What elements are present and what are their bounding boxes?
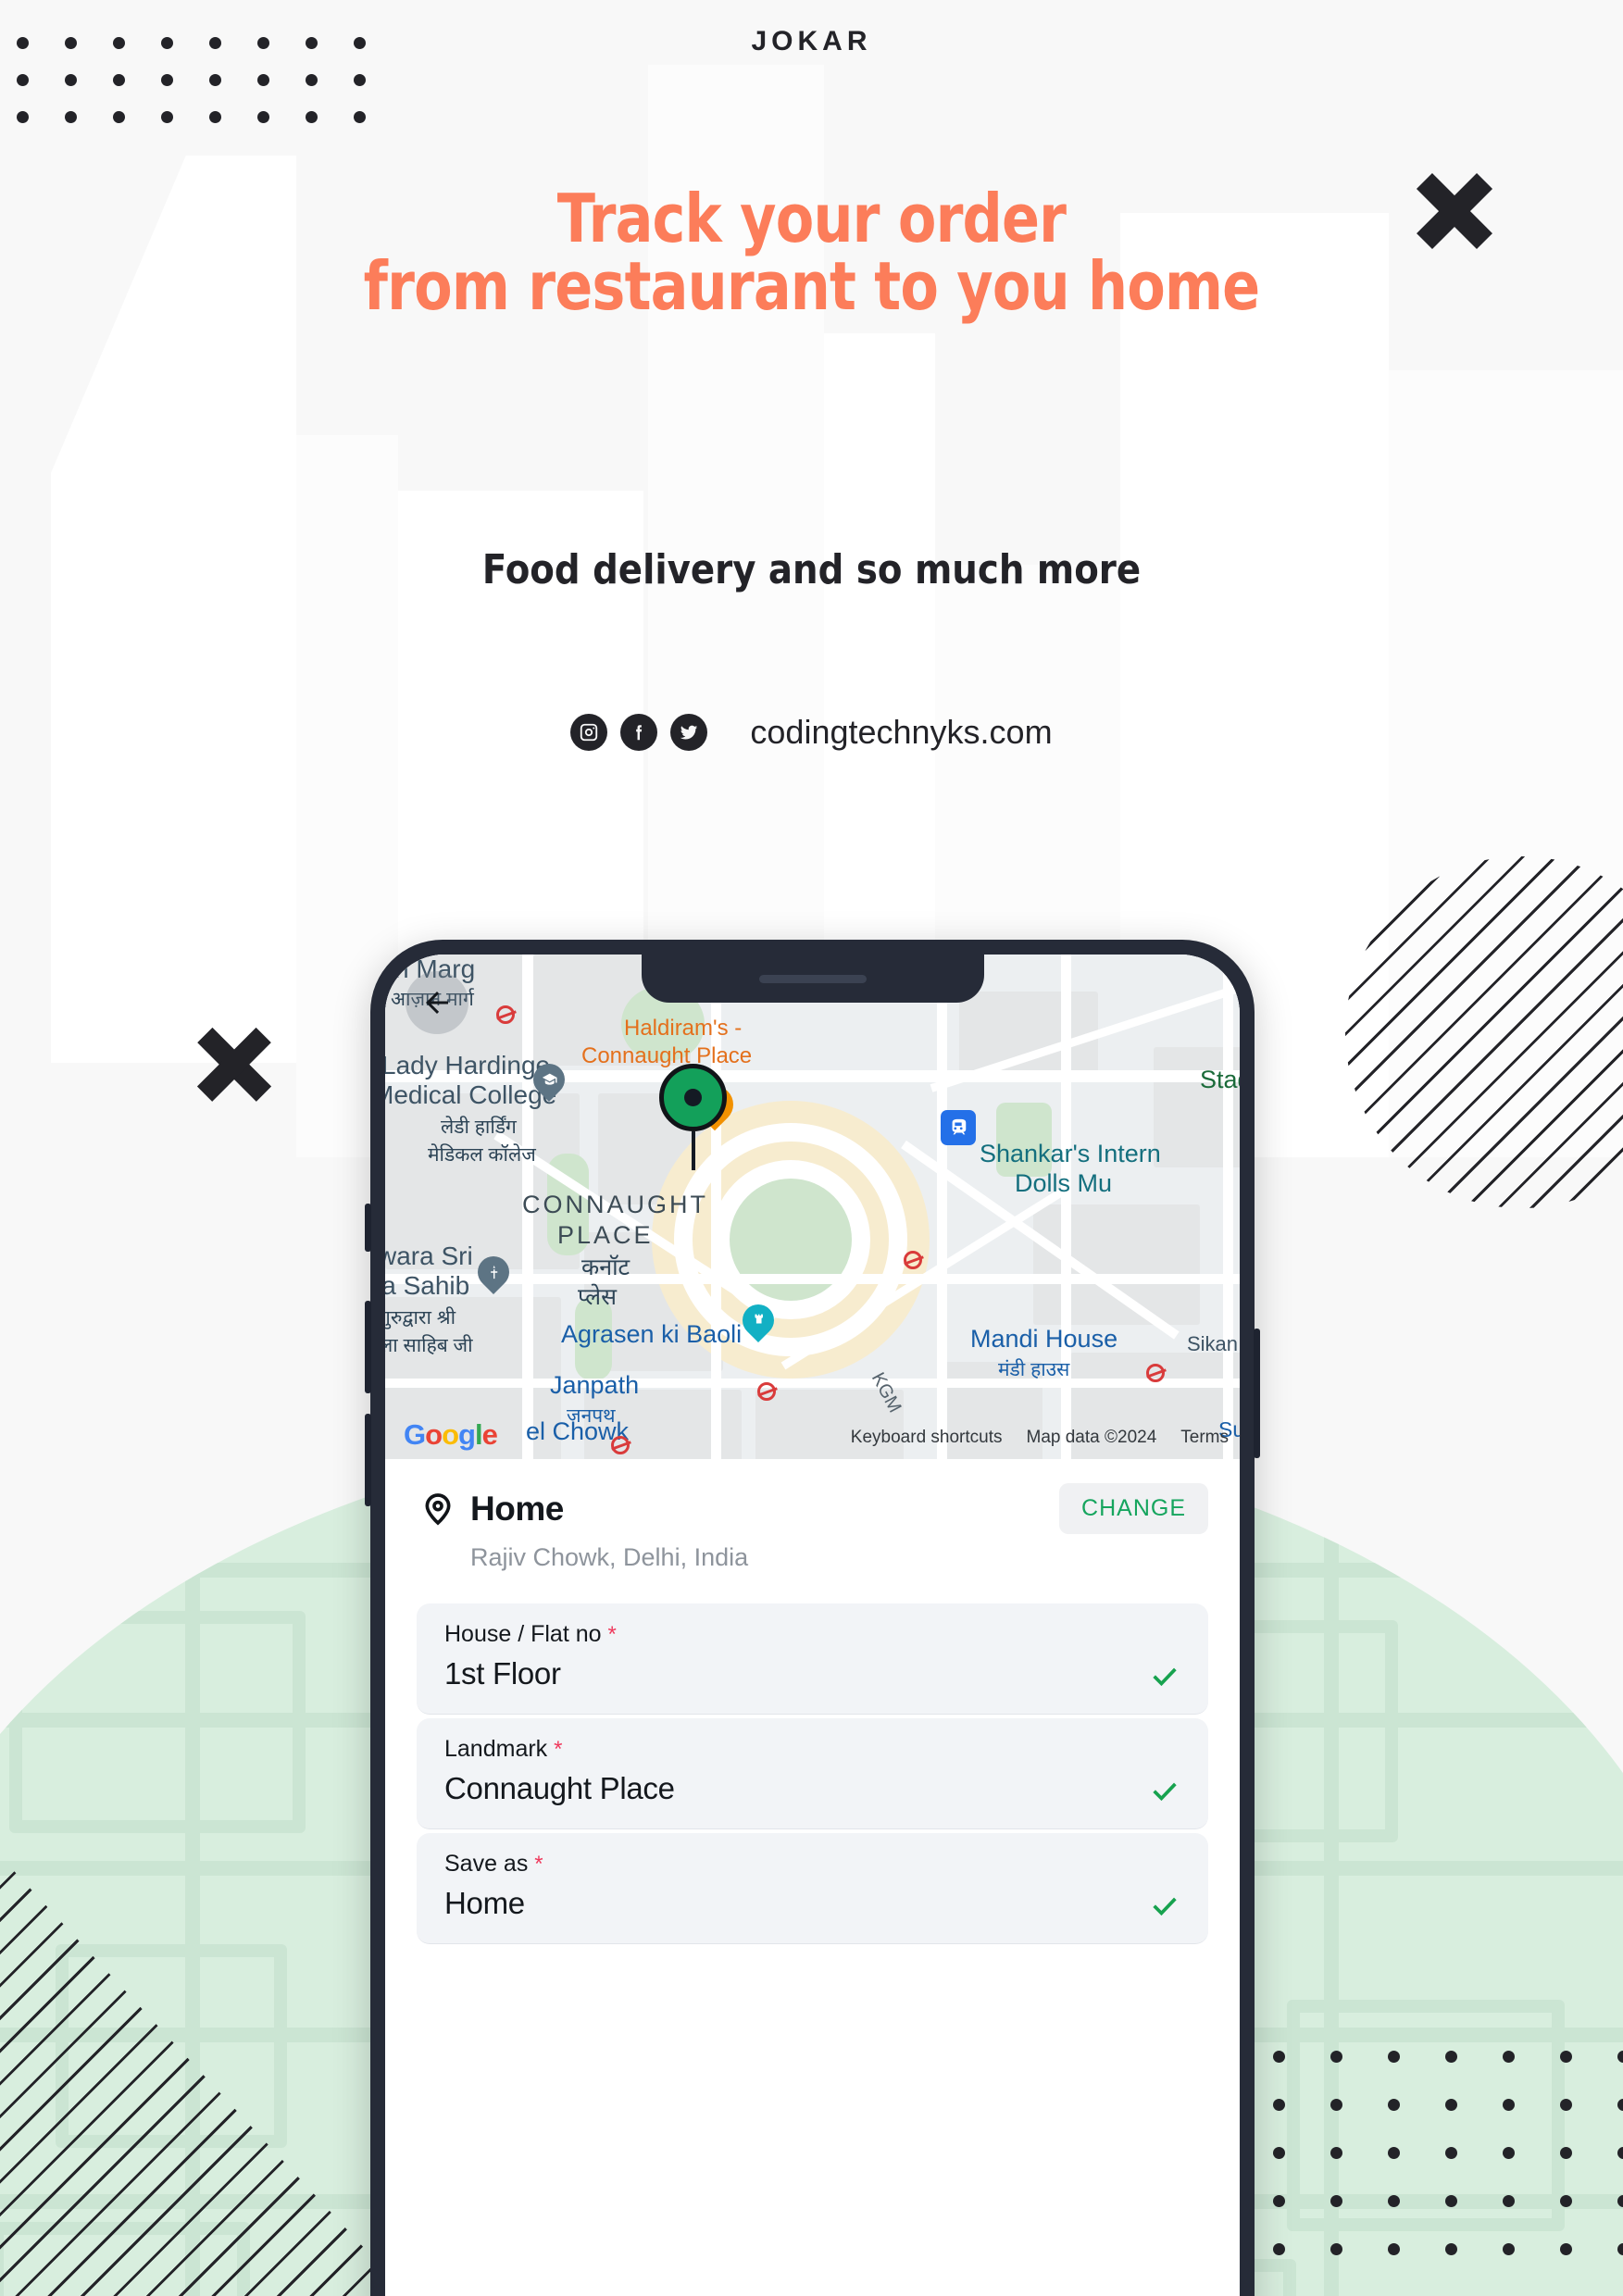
- map-icon-metro-4: [611, 1436, 630, 1454]
- map-label-connaught-hindi-1: कनॉट: [581, 1254, 630, 1280]
- phone-screen: n Marg आज़ान मार्ग Haldiram's - Connaugh…: [385, 955, 1240, 2296]
- field-label: Landmark *: [444, 1736, 1180, 1763]
- field-label: Save as *: [444, 1851, 1180, 1878]
- website-url[interactable]: codingtechnyks.com: [750, 713, 1052, 752]
- map-label-stadium: Stad: [1200, 1066, 1240, 1093]
- map-label-gurudwara-hindi-1: गुरुद्वारा श्री: [385, 1307, 456, 1329]
- back-button[interactable]: [406, 971, 468, 1034]
- twitter-icon[interactable]: [670, 714, 708, 751]
- change-address-button[interactable]: CHANGE: [1059, 1483, 1208, 1534]
- map-label-haldirams-1: Haldiram's -: [624, 1016, 743, 1041]
- map-pin-gurudwara[interactable]: [470, 1249, 517, 1295]
- phone-volume-down-button[interactable]: [365, 1414, 371, 1506]
- x-mark-left: [193, 1023, 276, 1106]
- phone-mute-button[interactable]: [365, 1204, 371, 1252]
- map-label-janpath: Janpath: [550, 1371, 640, 1399]
- phone-volume-up-button[interactable]: [365, 1301, 371, 1393]
- map-label-mandi-house: Mandi House: [970, 1325, 1118, 1353]
- map-label-gurudwara-1: wara Sri: [385, 1242, 473, 1270]
- map-label-connaught-place-2: PLACE: [557, 1221, 654, 1249]
- instagram-icon[interactable]: [570, 714, 608, 751]
- page-subheadline: Food delivery and so much more: [481, 546, 1142, 593]
- address-form-fields: House / Flat no * 1st Floor Landmark * C…: [417, 1603, 1208, 1944]
- address-subtitle: Rajiv Chowk, Delhi, India: [470, 1543, 749, 1571]
- phone-mockup: n Marg आज़ान मार्ग Haldiram's - Connaugh…: [365, 940, 1260, 2296]
- map-label-lady-hardinge-1: Lady Hardinge: [385, 1051, 551, 1079]
- map-label-lady-hardinge-hindi-2: मेडिकल कॉलेज: [428, 1144, 536, 1166]
- field-save-as[interactable]: Save as * Home: [417, 1833, 1208, 1944]
- map-label-shankars-2: Dolls Mu: [1015, 1169, 1113, 1197]
- field-value[interactable]: Connaught Place: [444, 1771, 675, 1806]
- map-pin-college[interactable]: [526, 1056, 572, 1103]
- map-label-agrasen: Agrasen ki Baoli: [561, 1320, 743, 1348]
- map-label-gurudwara-hindi-2: ला साहिब जी: [385, 1335, 473, 1356]
- required-marker: *: [554, 1737, 563, 1762]
- map-label-sikand: Sikan: [1187, 1332, 1239, 1355]
- required-marker: *: [534, 1852, 543, 1877]
- map-icon-rail-station: [941, 1110, 976, 1145]
- field-label-text: Landmark: [444, 1736, 548, 1762]
- map-view[interactable]: n Marg आज़ान मार्ग Haldiram's - Connaugh…: [385, 955, 1240, 1459]
- map-label-lady-hardinge-hindi-1: लेडी हार्डिंग: [441, 1117, 517, 1138]
- page-headline: Track your order from restaurant to you …: [130, 184, 1493, 326]
- field-label-text: Save as: [444, 1851, 529, 1877]
- poster-canvas: JOKAR Track your order from restaurant t…: [0, 0, 1623, 2296]
- map-label-mandi-hindi: मंडी हाउस: [998, 1359, 1070, 1380]
- address-title: Home: [470, 1489, 564, 1528]
- field-house-flat-no[interactable]: House / Flat no * 1st Floor: [417, 1603, 1208, 1715]
- brand-logo: JOKAR: [751, 26, 872, 56]
- facebook-icon[interactable]: [620, 714, 658, 751]
- phone-speaker: [758, 974, 867, 983]
- map-icon-metro-1: [496, 1005, 515, 1024]
- check-icon: [1149, 1775, 1180, 1806]
- required-marker: *: [607, 1622, 617, 1647]
- dot-grid-bottom-right: [1273, 2051, 1623, 2291]
- map-data-attribution: Map data ©2024: [1026, 1428, 1157, 1447]
- headline-line-1: Track your order: [556, 180, 1067, 257]
- phone-power-button[interactable]: [1254, 1329, 1260, 1458]
- check-icon: [1149, 1890, 1180, 1921]
- map-label-connaught-hindi-2: प्लेस: [578, 1284, 618, 1310]
- field-value[interactable]: 1st Floor: [444, 1656, 561, 1691]
- address-header: Home CHANGE: [417, 1483, 1208, 1534]
- map-icon-metro-5: [1146, 1364, 1165, 1382]
- map-icon-metro-3: [757, 1382, 776, 1401]
- map-label-connaught-place-1: CONNAUGHT: [522, 1191, 708, 1218]
- check-icon: [1149, 1660, 1180, 1691]
- map-selected-location-pin[interactable]: [659, 1064, 727, 1170]
- social-links: codingtechnyks.com: [0, 713, 1623, 752]
- headline-line-2: from restaurant to you home: [363, 247, 1260, 326]
- map-label-gurudwara-2: la Sahib: [385, 1271, 470, 1300]
- map-label-lady-hardinge-2: Medical College: [385, 1080, 557, 1109]
- field-value[interactable]: Home: [444, 1886, 525, 1921]
- google-logo: Google: [404, 1418, 498, 1451]
- map-icon-metro-2: [904, 1251, 922, 1269]
- address-sheet: Home CHANGE Rajiv Chowk, Delhi, India Ho…: [385, 1459, 1240, 1944]
- field-label-text: House / Flat no: [444, 1621, 602, 1647]
- map-pin-agrasen[interactable]: [735, 1297, 781, 1343]
- map-keyboard-shortcuts[interactable]: Keyboard shortcuts: [851, 1428, 1003, 1448]
- field-landmark[interactable]: Landmark * Connaught Place: [417, 1718, 1208, 1829]
- field-label: House / Flat no *: [444, 1621, 1180, 1648]
- phone-notch: [641, 955, 984, 1003]
- map-footer: Keyboard shortcuts Map data ©2024 Terms: [851, 1428, 1229, 1448]
- map-label-shankars-1: Shankar's Intern: [980, 1140, 1161, 1167]
- location-pin-icon: [417, 1488, 459, 1530]
- map-terms-link[interactable]: Terms: [1180, 1428, 1229, 1448]
